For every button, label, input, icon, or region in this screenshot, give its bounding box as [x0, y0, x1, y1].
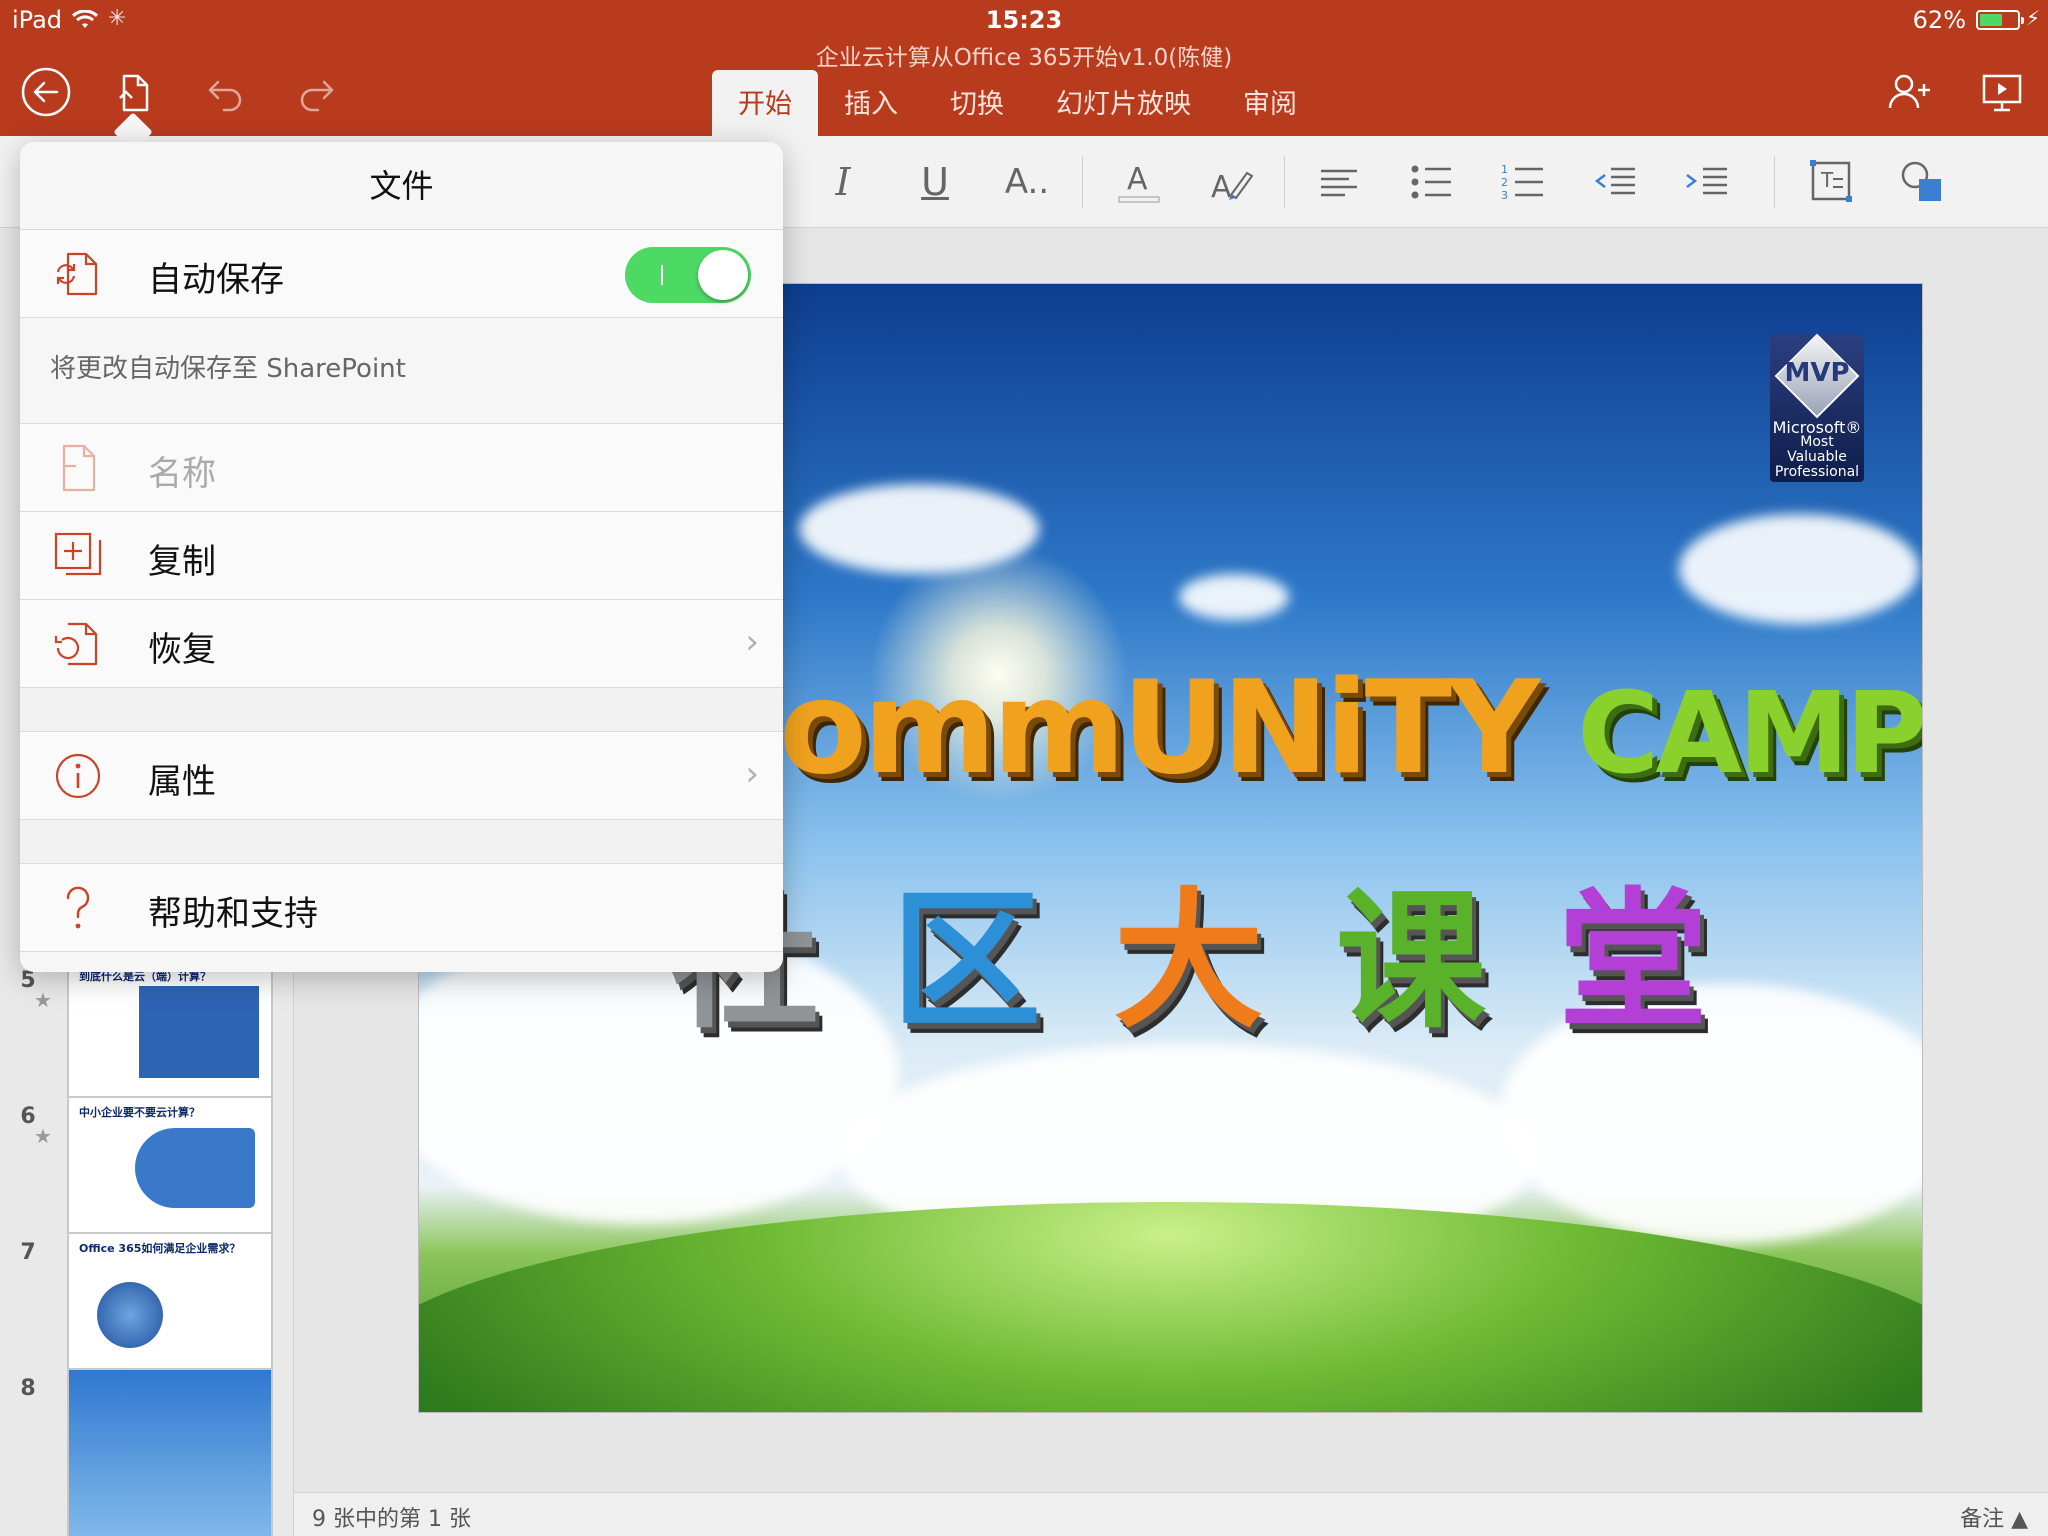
autosave-label: 自动保存 — [148, 260, 284, 300]
thumbnail-title: 中小企业要不要云计算？ — [79, 1106, 200, 1119]
status-footer: 9 张中的第 1 张 备注 ▲ — [294, 1492, 2048, 1536]
undo-icon[interactable] — [196, 62, 256, 122]
menu-item-restore[interactable]: 恢复 › — [20, 600, 783, 688]
headline-community: CommUNiTY — [689, 654, 1541, 803]
title-char: 区 — [891, 875, 1052, 1049]
italic-icon[interactable]: I — [808, 150, 878, 214]
svg-text:A: A — [1211, 170, 1232, 205]
slide-counter: 9 张中的第 1 张 — [312, 1507, 471, 1532]
chevron-right-icon: › — [745, 754, 759, 794]
headline-camp: CAMP — [1577, 669, 1923, 799]
decrease-indent-icon[interactable] — [1580, 150, 1650, 214]
title-char: 大 — [1113, 875, 1274, 1049]
slide-chinese-title: 社 区 大 课 堂 — [669, 840, 1718, 1057]
thumbnail-number: 7 — [20, 1240, 36, 1265]
menu-item-label: 名称 — [148, 454, 216, 494]
toolbar-divider — [1284, 156, 1285, 208]
section-gap — [20, 820, 783, 864]
menu-item-duplicate[interactable]: 复制 — [20, 512, 783, 600]
tab-insert[interactable]: 插入 — [818, 70, 924, 136]
restore-icon — [50, 616, 106, 672]
slide-thumbnail[interactable] — [67, 1368, 273, 1536]
clock: 15:23 — [985, 6, 1063, 34]
menu-item-help[interactable]: 帮助和支持 — [20, 864, 783, 952]
svg-text:T: T — [1820, 168, 1834, 192]
battery-percent: 62% — [1912, 6, 1966, 34]
increase-indent-icon[interactable] — [1672, 150, 1742, 214]
file-menu-popover: 文件 自动保存 将更改自动保存至 SharePoint 名称 复制 恢复 › 属… — [20, 142, 783, 972]
menu-item-label: 帮助和支持 — [148, 894, 318, 934]
menu-item-properties[interactable]: 属性 › — [20, 732, 783, 820]
redo-icon[interactable] — [286, 62, 346, 122]
autosave-note: 将更改自动保存至 SharePoint — [20, 318, 783, 424]
underline-icon[interactable]: U — [900, 150, 970, 214]
toolbar-divider — [1082, 156, 1083, 208]
mvp-mark: MVP — [1784, 358, 1850, 388]
svg-text:1: 1 — [1501, 163, 1508, 176]
chevron-right-icon: › — [745, 622, 759, 662]
menu-item-label: 复制 — [148, 542, 216, 582]
charging-icon: ⚡ — [2025, 6, 2040, 30]
font-size-icon[interactable]: A.. — [992, 150, 1062, 214]
thumbnail-number: 8 — [20, 1376, 36, 1401]
duplicate-icon — [50, 528, 106, 584]
highlight-icon[interactable]: A — [1196, 150, 1266, 214]
font-color-icon[interactable]: A — [1104, 150, 1174, 214]
svg-text:3: 3 — [1501, 189, 1508, 202]
info-icon — [50, 748, 106, 804]
slide-headline: CommUNiTY CAMP — [689, 654, 1923, 803]
notes-button[interactable]: 备注 ▲ — [1960, 1501, 2028, 1533]
svg-text:A: A — [1127, 162, 1148, 197]
slide-thumbnail[interactable]: 到底什么是云（端）计算？ — [67, 960, 273, 1116]
toolbar-divider — [1774, 156, 1775, 208]
star-icon: ★ — [34, 988, 52, 1012]
tab-review[interactable]: 审阅 — [1217, 70, 1323, 136]
thumbnail-title: Office 365如何满足企业需求？ — [79, 1242, 241, 1255]
menu-item-label: 属性 — [148, 762, 216, 802]
mvp-line-1: Microsoft® — [1772, 418, 1862, 437]
ribbon-tabs: 开始 插入 切换 幻灯片放映 审阅 — [712, 70, 1323, 136]
mvp-line-2: Most Valuable — [1787, 434, 1847, 465]
app-header: iPad ✳ 15:23 62% ⚡ 企业云计算从Office 365开始v1.… — [0, 0, 2048, 136]
mvp-badge: MVP Microsoft® Most Valuable Professiona… — [1770, 333, 1864, 482]
back-icon[interactable] — [16, 62, 76, 122]
ios-status-bar: iPad ✳ 15:23 62% ⚡ — [0, 0, 2048, 40]
menu-item-name: 名称 — [20, 424, 783, 512]
star-icon: ★ — [34, 1124, 52, 1148]
numbering-icon[interactable]: 123 — [1488, 150, 1558, 214]
text-box-icon[interactable]: T — [1796, 150, 1866, 214]
section-gap — [20, 688, 783, 732]
slide-thumbnail[interactable]: Office 365如何满足企业需求？ — [67, 1232, 273, 1388]
menu-item-label: 恢复 — [148, 630, 216, 670]
tab-transitions[interactable]: 切换 — [924, 70, 1030, 136]
bullets-icon[interactable] — [1396, 150, 1466, 214]
help-icon — [50, 880, 106, 936]
align-left-icon[interactable] — [1304, 150, 1374, 214]
title-char: 课 — [1335, 875, 1496, 1049]
mvp-line-3: Professional — [1774, 464, 1860, 480]
svg-text:2: 2 — [1501, 176, 1508, 189]
tab-home[interactable]: 开始 — [712, 70, 818, 136]
shapes-icon[interactable] — [1888, 150, 1958, 214]
battery-icon — [1976, 10, 2024, 30]
tab-slideshow[interactable]: 幻灯片放映 — [1030, 70, 1217, 136]
present-icon[interactable] — [1972, 62, 2032, 122]
share-user-icon[interactable] — [1880, 62, 1940, 122]
autosave-row: 自动保存 — [20, 230, 783, 318]
autosave-toggle[interactable] — [625, 247, 751, 303]
autosave-icon — [50, 246, 106, 302]
title-char: 堂 — [1558, 875, 1719, 1049]
popover-title: 文件 — [20, 142, 783, 230]
document-icon — [50, 440, 106, 496]
slide-thumbnail[interactable]: 中小企业要不要云计算？ — [67, 1096, 273, 1252]
